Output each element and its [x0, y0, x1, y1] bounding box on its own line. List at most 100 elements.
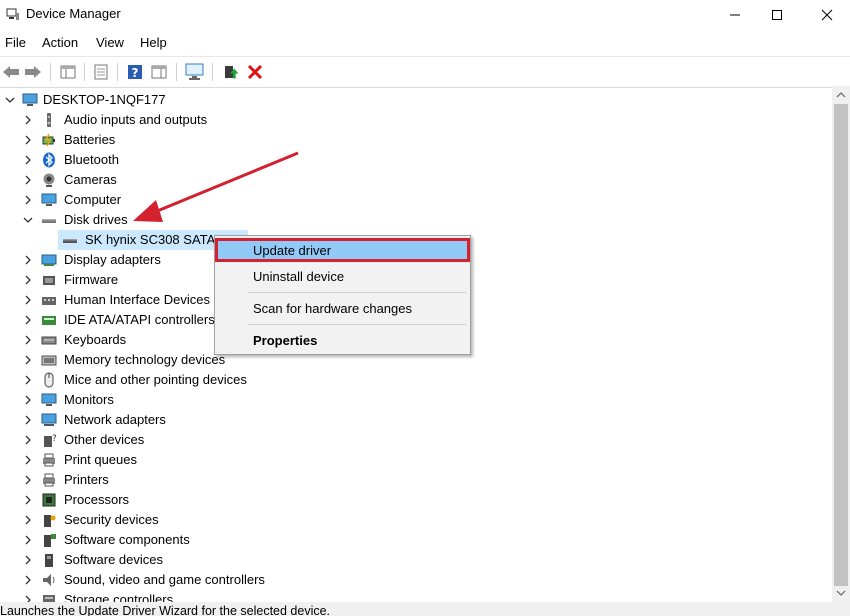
properties-button[interactable]	[90, 61, 112, 83]
chevron-right-icon[interactable]	[22, 114, 34, 126]
tree-item-sound[interactable]: Sound, video and game controllers	[0, 570, 832, 590]
chevron-right-icon[interactable]	[22, 474, 34, 486]
tree-item-security[interactable]: Security devices	[0, 510, 832, 530]
tree-item-label: Printers	[64, 472, 109, 487]
other-devices-icon: ?	[44, 434, 57, 447]
tree-item-bluetooth[interactable]: Bluetooth	[0, 150, 832, 170]
chevron-right-icon[interactable]	[22, 274, 34, 286]
back-arrow-icon	[3, 66, 19, 78]
chevron-right-icon[interactable]	[22, 574, 34, 586]
tree-item-mice[interactable]: Mice and other pointing devices	[0, 370, 832, 390]
tree-item-print-queues[interactable]: Print queues	[0, 450, 832, 470]
menu-item-update-driver[interactable]: Update driver	[215, 238, 470, 262]
minimize-button[interactable]	[712, 0, 758, 30]
tree-item-printers[interactable]: Printers	[0, 470, 832, 490]
chevron-right-icon[interactable]	[22, 334, 34, 346]
tree-item-label: Keyboards	[64, 332, 127, 347]
software-component-icon	[44, 534, 56, 547]
tree-item-audio[interactable]: Audio inputs and outputs	[0, 110, 832, 130]
menu-item-label: Update driver	[253, 243, 332, 258]
tree-item-disk-drives[interactable]: Disk drives	[0, 210, 832, 230]
chevron-right-icon[interactable]	[22, 594, 34, 602]
menu-item-uninstall-device[interactable]: Uninstall device	[215, 264, 470, 288]
svg-text:?: ?	[52, 434, 57, 444]
tree-item-software-devices[interactable]: Software devices	[0, 550, 832, 570]
chevron-right-icon[interactable]	[22, 154, 34, 166]
tree-item-other[interactable]: ? Other devices	[0, 430, 832, 450]
scan-hardware-button[interactable]	[184, 61, 206, 83]
chevron-right-icon[interactable]	[22, 554, 34, 566]
action-pane-icon	[151, 65, 167, 79]
chevron-right-icon[interactable]	[22, 354, 34, 366]
menu-item-properties[interactable]: Properties	[215, 328, 470, 352]
chevron-down-icon[interactable]	[4, 94, 16, 106]
chevron-right-icon[interactable]	[22, 394, 34, 406]
chevron-right-icon[interactable]	[22, 294, 34, 306]
chevron-down-icon[interactable]	[22, 214, 34, 226]
tree-root[interactable]: DESKTOP-1NQF177	[0, 90, 832, 110]
chevron-right-icon[interactable]	[22, 434, 34, 446]
keyboard-icon	[41, 336, 57, 345]
tree-item-cameras[interactable]: Cameras	[0, 170, 832, 190]
tree-item-label: Software components	[64, 532, 190, 547]
tree-item-monitors[interactable]: Monitors	[0, 390, 832, 410]
chevron-right-icon[interactable]	[22, 534, 34, 546]
tree-item-software-components[interactable]: Software components	[0, 530, 832, 550]
title-bar: Device Manager	[0, 0, 850, 30]
chevron-right-icon[interactable]	[22, 414, 34, 426]
properties-icon	[94, 64, 108, 80]
disk-drive-icon	[42, 219, 56, 223]
chevron-right-icon[interactable]	[22, 194, 34, 206]
toolbar-separator	[212, 63, 213, 81]
tree-item-computer[interactable]: Computer	[0, 190, 832, 210]
status-text: Launches the Update Driver Wizard for th…	[0, 604, 331, 616]
tree-item-processors[interactable]: Processors	[0, 490, 832, 510]
menu-item-label: Scan for hardware changes	[253, 301, 412, 316]
close-button[interactable]	[804, 0, 850, 30]
action-pane-button[interactable]	[148, 61, 170, 83]
chevron-right-icon[interactable]	[22, 314, 34, 326]
show-hide-tree-button[interactable]	[57, 61, 79, 83]
tree-item-label: Print queues	[64, 452, 137, 467]
tree-item-label: Human Interface Devices	[64, 292, 210, 307]
enable-device-icon	[225, 66, 239, 79]
scroll-thumb[interactable]	[834, 104, 848, 586]
menu-action[interactable]: Action	[42, 35, 78, 50]
status-bar: Launches the Update Driver Wizard for th…	[0, 602, 850, 616]
tree-item-label: Batteries	[64, 132, 116, 147]
chevron-right-icon[interactable]	[22, 514, 34, 526]
chevron-right-icon[interactable]	[22, 134, 34, 146]
back-button[interactable]	[0, 61, 22, 83]
tree-item-label: IDE ATA/ATAPI controllers	[64, 312, 215, 327]
scroll-down-button[interactable]	[832, 584, 850, 602]
tree-item-batteries[interactable]: Batteries	[0, 130, 832, 150]
toolbar-separator	[176, 63, 177, 81]
menu-item-scan-hardware[interactable]: Scan for hardware changes	[215, 296, 470, 320]
chevron-right-icon[interactable]	[22, 174, 34, 186]
maximize-button[interactable]	[754, 0, 800, 30]
monitor-icon	[41, 393, 57, 406]
help-button[interactable]: ?	[124, 61, 146, 83]
tree-item-storage[interactable]: Storage controllers	[0, 590, 832, 602]
maximize-icon	[772, 10, 782, 20]
chevron-right-icon[interactable]	[22, 374, 34, 386]
sound-controller-icon	[43, 574, 55, 586]
enable-device-button[interactable]	[219, 61, 241, 83]
scroll-up-button[interactable]	[832, 86, 850, 104]
forward-button[interactable]	[22, 61, 44, 83]
computer-icon	[41, 193, 57, 206]
tree-item-network[interactable]: Network adapters	[0, 410, 832, 430]
chevron-right-icon[interactable]	[22, 254, 34, 266]
bluetooth-icon	[43, 152, 55, 168]
menu-file[interactable]: File	[5, 35, 26, 50]
menu-view[interactable]: View	[96, 35, 124, 50]
chevron-right-icon[interactable]	[22, 494, 34, 506]
tree-item-label: Firmware	[64, 272, 119, 287]
hid-icon	[42, 297, 56, 305]
chevron-right-icon[interactable]	[22, 454, 34, 466]
menu-help[interactable]: Help	[140, 35, 167, 50]
uninstall-device-button[interactable]	[244, 61, 266, 83]
firmware-icon	[43, 276, 55, 285]
vertical-scrollbar[interactable]	[832, 86, 850, 602]
chevron-down-icon	[836, 590, 846, 596]
